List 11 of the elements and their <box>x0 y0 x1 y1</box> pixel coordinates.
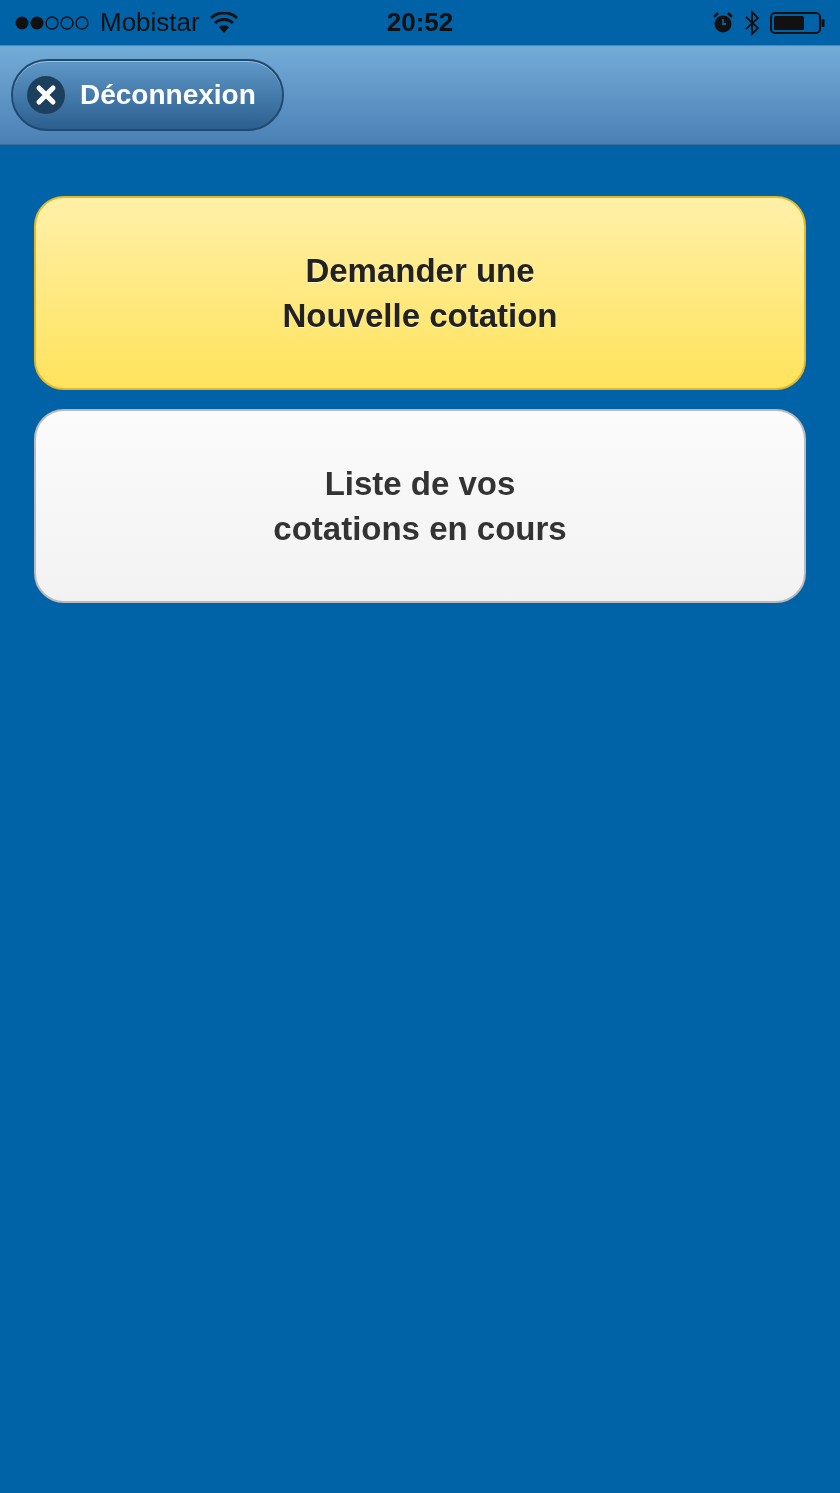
close-icon <box>26 75 66 115</box>
carrier-name: Mobistar <box>100 7 200 38</box>
bluetooth-icon <box>744 9 760 36</box>
alarm-icon <box>712 11 734 34</box>
menu-button[interactable]: Demander une Nouvelle cotation <box>34 196 806 390</box>
battery-icon <box>770 10 826 35</box>
menu-button[interactable]: Liste de vos cotations en cours <box>34 409 806 603</box>
logout-button[interactable]: Déconnexion <box>11 59 284 131</box>
clock-time: 20:52 <box>386 7 454 38</box>
signal-icon <box>14 14 90 31</box>
wifi-icon <box>209 11 238 34</box>
